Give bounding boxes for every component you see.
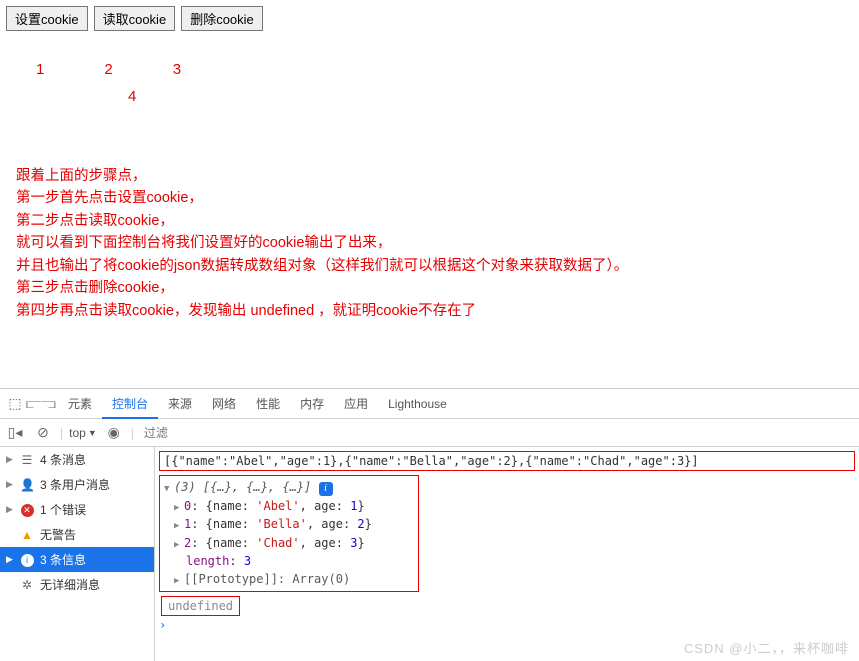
caret-icon: ▶ (6, 504, 14, 515)
console-prompt-icon[interactable]: › (159, 618, 855, 632)
chevron-down-icon: ▼ (88, 428, 97, 438)
filter-input[interactable] (140, 424, 855, 442)
tab-application[interactable]: 应用 (334, 389, 378, 419)
step-annotations: 1 2 3 4 (36, 61, 853, 105)
sidebar-item-label: 1 个错误 (40, 501, 86, 518)
read-cookie-button[interactable]: 读取cookie (94, 6, 176, 31)
clear-console-icon[interactable]: ⊘ (32, 424, 54, 441)
step-4-label: 4 (128, 88, 136, 105)
instruction-line: 跟着上面的步骤点， (16, 165, 843, 187)
array-item-row[interactable]: ▶2: {name: 'Chad', age: 3} (164, 534, 414, 553)
caret-icon: ▶ (6, 479, 14, 490)
sidebar-toggle-icon[interactable]: ▯◂ (4, 424, 26, 441)
context-label: top (69, 426, 86, 440)
sidebar-item-user-messages[interactable]: ▶ 👤 3 条用户消息 (0, 472, 154, 497)
caret-icon[interactable]: ▶ (174, 575, 184, 589)
devtools-panel: ⬚ ⫍⫎ 元素 控制台 来源 网络 性能 内存 应用 Lighthouse ▯◂… (0, 388, 859, 661)
error-icon: ✕ (20, 502, 34, 517)
sidebar-item-errors[interactable]: ▶ ✕ 1 个错误 (0, 497, 154, 522)
caret-down-icon[interactable]: ▼ (164, 483, 174, 497)
sidebar-item-label: 3 条用户消息 (40, 476, 110, 493)
info-icon: i (20, 552, 34, 567)
console-body: ▶ ☰ 4 条消息 ▶ 👤 3 条用户消息 ▶ ✕ 1 个错误 ▲ 无警告 ▶ (0, 447, 859, 661)
sidebar-item-label: 3 条信息 (40, 551, 86, 568)
array-summary: (3) [{…}, {…}, {…}] (174, 480, 311, 494)
caret-icon[interactable]: ▶ (174, 502, 184, 516)
console-log-array[interactable]: ▼(3) [{…}, {…}, {…}] i ▶0: {name: 'Abel'… (159, 475, 419, 592)
instruction-line: 第四步再点击读取cookie，发现输出 undefined ，就证明cookie… (16, 300, 843, 322)
length-value: 3 (244, 554, 251, 568)
console-output[interactable]: [{"name":"Abel","age":1},{"name":"Bella"… (155, 447, 859, 661)
console-log-raw-json: [{"name":"Abel","age":1},{"name":"Bella"… (159, 451, 855, 471)
device-toggle-icon[interactable]: ⫍⫎ (26, 395, 48, 412)
sidebar-item-warnings[interactable]: ▲ 无警告 (0, 522, 154, 547)
caret-icon: ▶ (6, 454, 14, 465)
sidebar-item-info[interactable]: ▶ i 3 条信息 (0, 547, 154, 572)
caret-icon[interactable]: ▶ (174, 520, 184, 534)
console-log-undefined: undefined (161, 596, 240, 616)
tab-console[interactable]: 控制台 (102, 389, 158, 419)
instruction-line: 就可以看到下面控制台将我们设置好的cookie输出了出来， (16, 232, 843, 254)
eye-icon[interactable]: ◉ (103, 424, 125, 441)
tab-lighthouse[interactable]: Lighthouse (378, 389, 457, 419)
tab-performance[interactable]: 性能 (246, 389, 290, 419)
inspect-icon[interactable]: ⬚ (4, 395, 26, 412)
prototype-label: [[Prototype]]: Array(0) (184, 572, 350, 586)
page-content: 设置cookie 读取cookie 删除cookie 1 2 3 4 跟着上面的… (0, 0, 859, 328)
array-item-row[interactable]: ▶0: {name: 'Abel', age: 1} (164, 497, 414, 516)
user-icon: 👤 (20, 478, 34, 492)
tab-memory[interactable]: 内存 (290, 389, 334, 419)
step-2-label: 2 (104, 61, 112, 78)
instructions-text: 跟着上面的步骤点， 第一步首先点击设置cookie， 第二步点击读取cookie… (6, 165, 853, 322)
tab-sources[interactable]: 来源 (158, 389, 202, 419)
instruction-line: 第二步点击读取cookie， (16, 210, 843, 232)
caret-icon: ▶ (6, 554, 14, 565)
console-filter-bar: ▯◂ ⊘ | top ▼ ◉ | (0, 419, 859, 447)
delete-cookie-button[interactable]: 删除cookie (181, 6, 263, 31)
context-dropdown[interactable]: top ▼ (69, 426, 97, 440)
sidebar-item-label: 4 条消息 (40, 451, 86, 468)
sidebar-item-messages[interactable]: ▶ ☰ 4 条消息 (0, 447, 154, 472)
step-1-label: 1 (36, 61, 44, 78)
warning-icon: ▲ (20, 528, 34, 542)
instruction-line: 第三步点击删除cookie， (16, 277, 843, 299)
messages-icon: ☰ (20, 453, 34, 467)
devtools-tabs: ⬚ ⫍⫎ 元素 控制台 来源 网络 性能 内存 应用 Lighthouse (0, 389, 859, 419)
console-sidebar: ▶ ☰ 4 条消息 ▶ 👤 3 条用户消息 ▶ ✕ 1 个错误 ▲ 无警告 ▶ (0, 447, 155, 661)
instruction-line: 并且也输出了将cookie的json数据转成数组对象（这样我们就可以根据这个对象… (16, 255, 843, 277)
caret-icon[interactable]: ▶ (174, 539, 184, 553)
watermark: CSDN @小二，，来杯咖啡 (684, 638, 849, 657)
step-3-label: 3 (173, 61, 181, 78)
tab-elements[interactable]: 元素 (58, 389, 102, 419)
length-key: length (186, 554, 229, 568)
instruction-line: 第一步首先点击设置cookie， (16, 187, 843, 209)
sidebar-item-label: 无警告 (40, 526, 76, 543)
button-row: 设置cookie 读取cookie 删除cookie (6, 6, 853, 31)
gear-icon: ✲ (20, 578, 34, 592)
set-cookie-button[interactable]: 设置cookie (6, 6, 88, 31)
sidebar-item-verbose[interactable]: ✲ 无详细消息 (0, 572, 154, 597)
tab-network[interactable]: 网络 (202, 389, 246, 419)
info-icon[interactable]: i (319, 482, 333, 496)
sidebar-item-label: 无详细消息 (40, 576, 100, 593)
array-item-row[interactable]: ▶1: {name: 'Bella', age: 2} (164, 515, 414, 534)
